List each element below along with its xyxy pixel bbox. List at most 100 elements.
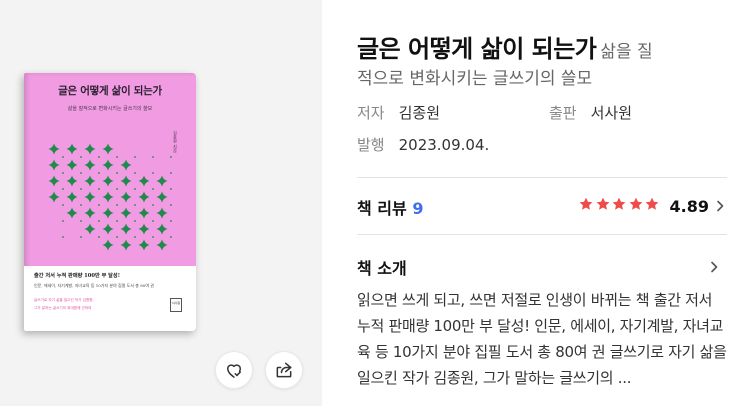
cover-dot <box>152 156 154 158</box>
cover-diamond <box>120 207 132 219</box>
cover-diamond <box>120 159 132 171</box>
cover-dot <box>98 204 100 206</box>
cover-diamond <box>66 207 78 219</box>
author-value[interactable]: 김종원 <box>399 102 440 123</box>
cover-diamond <box>66 191 78 203</box>
cover-dot <box>62 220 64 222</box>
cover-dot <box>116 156 118 158</box>
cover-diamond <box>66 175 78 187</box>
author-label: 저자 <box>357 104 385 122</box>
cover-dot <box>62 236 64 238</box>
cover-dot <box>62 204 64 206</box>
star-icon <box>596 197 609 210</box>
chevron-right-icon[interactable] <box>710 261 718 273</box>
cover-dot <box>62 172 64 174</box>
cover-dot <box>80 156 82 158</box>
cover-dot <box>98 236 100 238</box>
cover-diamond <box>138 175 150 187</box>
cover-dot <box>134 236 136 238</box>
share-button[interactable] <box>265 351 303 389</box>
publisher-logo: 서사원 <box>170 298 182 312</box>
divider <box>357 177 727 178</box>
cover-diamond <box>156 239 168 251</box>
publisher-value[interactable]: 서사원 <box>591 102 632 123</box>
cover-diamond <box>102 239 114 251</box>
heart-check-icon <box>227 364 241 378</box>
cover-dot <box>134 188 136 190</box>
book-subtitle-part2: 적으로 변화시키는 글쓰기의 쓸모 <box>357 69 593 89</box>
cover-dot <box>170 156 172 158</box>
review-count: 9 <box>412 199 424 218</box>
book-review-link[interactable]: 책 리뷰 9 <box>357 195 423 219</box>
author-row: 저자 김종원 <box>357 102 440 123</box>
cover-dot <box>80 172 82 174</box>
cover-dot <box>116 236 118 238</box>
cover-diamond <box>102 159 114 171</box>
cover-diamond <box>120 239 132 251</box>
chevron-right-icon <box>717 200 724 212</box>
cover-diamond <box>84 143 96 155</box>
cover-diamond <box>102 207 114 219</box>
publish-date-value: 2023.09.04. <box>398 136 490 154</box>
cover-diamond <box>138 191 150 203</box>
publish-date-row: 발행 2023.09.04. <box>357 134 489 155</box>
cover-dot <box>170 172 172 174</box>
cover-dot <box>80 204 82 206</box>
cover-diamond <box>156 223 168 235</box>
book-title: 글은 어떻게 삶이 되는가 <box>357 35 597 63</box>
cover-dot <box>80 236 82 238</box>
cover-band-line1: 출간 저서 누적 판매량 100만 부 달성! <box>34 273 120 279</box>
cover-diamond <box>102 191 114 203</box>
book-title-line: 글은 어떻게 삶이 되는가 삶을 질 <box>357 29 653 64</box>
book-cover[interactable]: 글은 어떻게 삶이 되는가 삶을 질적으로 변화시키는 글쓰기의 쓸모 김종원 … <box>24 73 196 331</box>
cover-dot <box>98 156 100 158</box>
rating-stars <box>578 196 661 216</box>
cover-title: 글은 어떻게 삶이 되는가 <box>58 85 162 97</box>
cover-dot <box>152 188 154 190</box>
star-icon <box>629 197 642 210</box>
rating-summary[interactable]: 4.89 <box>578 195 724 217</box>
cover-diamond <box>120 175 132 187</box>
cover-diamond <box>84 175 96 187</box>
cover-dot <box>170 204 172 206</box>
cover-diamond <box>120 191 132 203</box>
cover-dot <box>170 236 172 238</box>
cover-band-line3: 글쓰기로 자기 삶을 일으킨 작가 김종원, <box>34 298 94 302</box>
cover-dot <box>80 188 82 190</box>
cover-dot <box>98 188 100 190</box>
cover-band-line2: 인문, 에세이, 자기계발, 자녀교육 등 10가지 분야 집필 도서 총 80… <box>34 283 154 288</box>
like-button[interactable] <box>215 351 253 389</box>
cover-dot <box>152 236 154 238</box>
publisher-row: 출판 서사원 <box>549 102 632 123</box>
cover-diamond <box>84 207 96 219</box>
cover-dot <box>170 188 172 190</box>
cover-diamond <box>102 175 114 187</box>
cover-diamond <box>120 223 132 235</box>
cover-dot <box>98 220 100 222</box>
share-icon <box>276 362 292 378</box>
cover-diamond <box>138 239 150 251</box>
cover-dot <box>116 220 118 222</box>
review-label: 책 리뷰 <box>357 199 407 218</box>
cover-subtitle: 삶을 질적으로 변화시키는 글쓰기의 쓸모 <box>67 106 153 112</box>
cover-diamond <box>156 207 168 219</box>
book-cover-panel: 글은 어떻게 삶이 되는가 삶을 질적으로 변화시키는 글쓰기의 쓸모 김종원 … <box>0 0 322 406</box>
rating-value: 4.89 <box>669 196 709 216</box>
cover-diamond <box>138 207 150 219</box>
cover-diamond <box>156 191 168 203</box>
star-icon <box>612 197 626 210</box>
cover-diamond <box>66 159 78 171</box>
cover-band: 출간 저서 누적 판매량 100만 부 달성! 인문, 에세이, 자기계발, 자… <box>24 266 196 331</box>
book-intro-text: 읽으면 쓰게 되고, 쓰면 저절로 인생이 바뀌는 책 출간 저서 누적 판매량… <box>357 291 727 387</box>
book-subtitle-part1: 삶을 질 <box>600 42 653 62</box>
cover-dot <box>116 172 118 174</box>
cover-author: 김종원 지음 <box>173 131 178 153</box>
star-icon <box>579 197 593 210</box>
cover-diamond <box>102 143 114 155</box>
cover-dot <box>116 188 118 190</box>
cover-dot <box>116 204 118 206</box>
publisher-label: 출판 <box>549 104 577 122</box>
cover-diamond <box>102 223 114 235</box>
book-intro-heading[interactable]: 책 소개 <box>357 255 407 279</box>
cover-dot <box>152 204 154 206</box>
